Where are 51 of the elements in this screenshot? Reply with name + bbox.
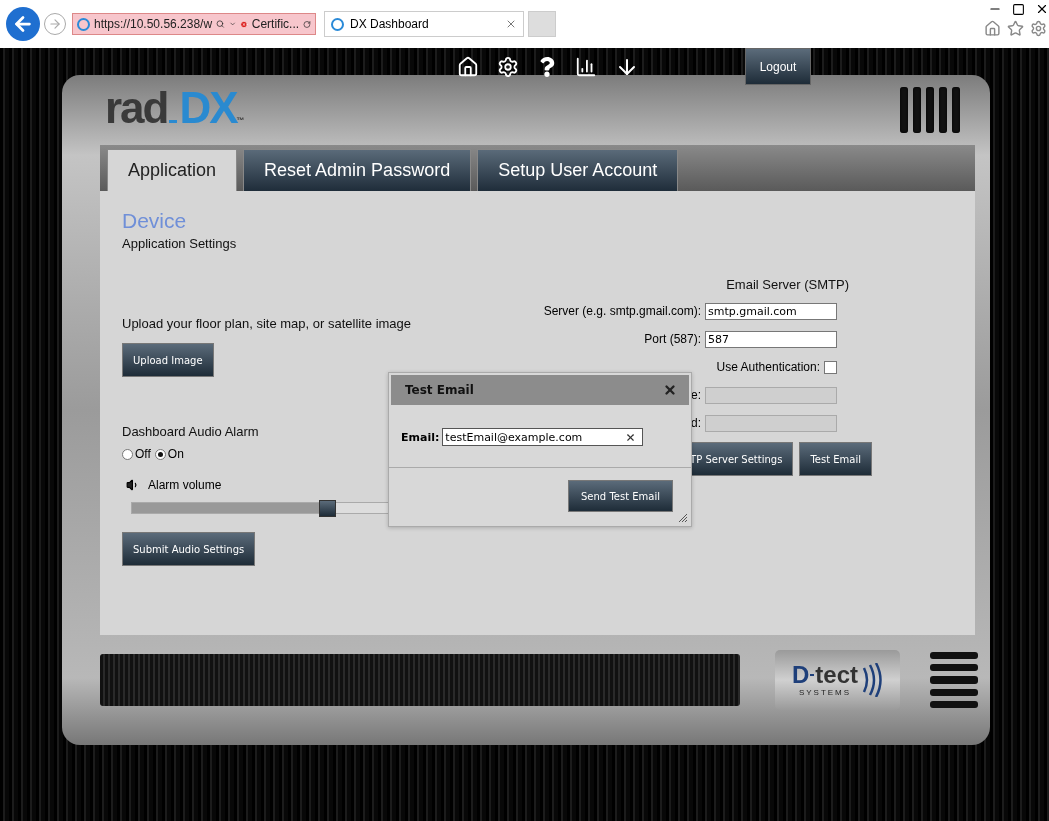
resize-grip-icon[interactable]: [678, 513, 688, 523]
checkbox[interactable]: [824, 360, 837, 374]
upload-image-button[interactable]: Upload Image: [122, 343, 214, 377]
tab[interactable]: Reset Admin Password: [243, 149, 472, 191]
dialog-title: Test Email: [405, 383, 474, 397]
url-text: https://10.50.56.238/w: [94, 17, 213, 31]
section-title: Device: [122, 209, 188, 233]
close-icon[interactable]: [1035, 2, 1049, 16]
section-subtitle: Application Settings: [122, 236, 238, 251]
logout-button[interactable]: Logout: [745, 48, 811, 85]
radio-label: On: [167, 447, 184, 461]
field-label: e:: [691, 388, 701, 402]
browser-logo-icon: [331, 17, 344, 31]
bar-chart-icon[interactable]: [575, 55, 597, 78]
upload-prompt: Upload your floor plan, site map, or satellite image: [122, 316, 412, 331]
signal-waves-icon: [861, 663, 883, 697]
field-label: Server (e.g. smtp.gmail.com):: [543, 304, 701, 318]
input-field[interactable]: 587: [705, 330, 837, 348]
smtp-button[interactable]: Test Email: [799, 442, 872, 476]
radio-button[interactable]: [122, 448, 133, 460]
radio-button[interactable]: [154, 448, 166, 460]
smtp-title: Email Server (SMTP): [726, 277, 849, 292]
maximize-icon[interactable]: [1012, 2, 1025, 16]
field-label: Use Authentication:: [716, 360, 820, 374]
slider-thumb[interactable]: [318, 500, 336, 517]
home-icon[interactable]: [457, 55, 479, 78]
submit-audio-button[interactable]: Submit Audio Settings: [122, 532, 256, 566]
field-label: d:: [691, 416, 701, 430]
address-bar[interactable]: https://10.50.56.238/w Certific...: [72, 13, 316, 35]
volume-label: Alarm volume: [148, 478, 222, 492]
vent-drawing: [930, 652, 978, 708]
vent-drawing: [900, 87, 960, 133]
field-label: Port (587):: [644, 332, 701, 346]
app-logo: rad DX™: [105, 83, 245, 134]
email-input[interactable]: testEmail@example.com: [442, 428, 644, 446]
certificate-error-text[interactable]: Certific...: [251, 17, 300, 31]
radio-label: Off: [135, 447, 151, 461]
search-icon[interactable]: [216, 17, 225, 31]
browser-tab[interactable]: DX Dashboard: [324, 11, 524, 37]
tab-title: DX Dashboard: [350, 17, 430, 31]
back-button[interactable]: [6, 7, 40, 41]
input-field[interactable]: smtp.gmail.com: [705, 302, 837, 320]
tab[interactable]: Application: [107, 149, 238, 191]
browser-logo-icon: [77, 17, 90, 31]
tab[interactable]: Setup User Account: [477, 149, 679, 191]
clear-icon[interactable]: [625, 431, 637, 443]
brand-logo-text: D tect SYSTEMS: [792, 663, 858, 697]
email-label: Email:: [401, 430, 440, 444]
forward-arrow-icon: [48, 17, 62, 31]
send-test-email-button[interactable]: Send Test Email: [568, 480, 673, 512]
audio-alarm-title: Dashboard Audio Alarm: [122, 424, 259, 439]
